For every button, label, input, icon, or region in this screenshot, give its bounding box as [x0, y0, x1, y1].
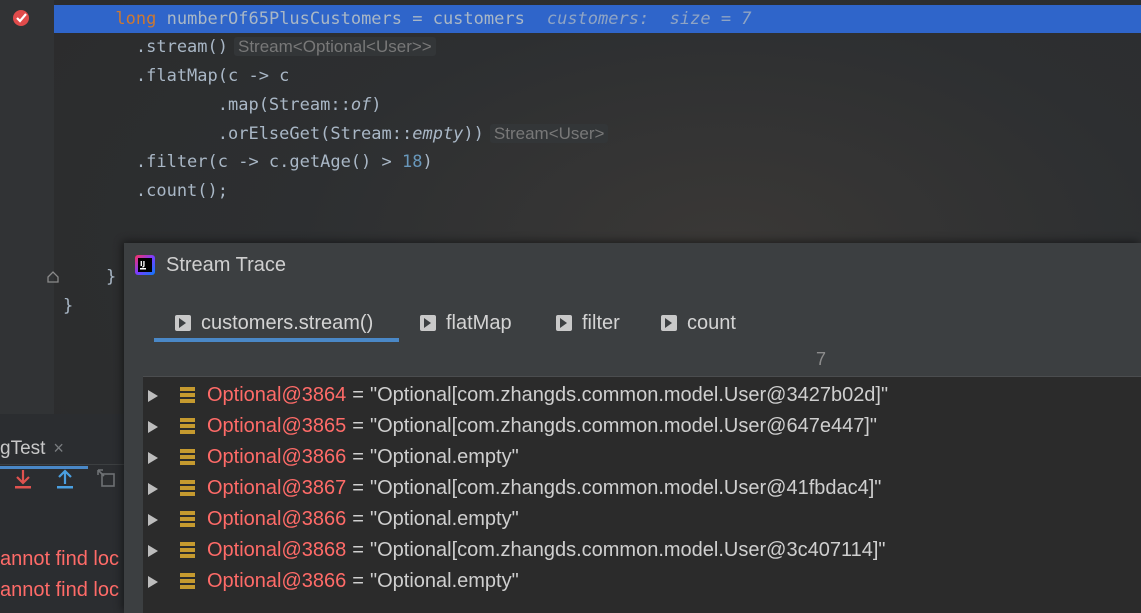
run-tab-bar: gTest × [0, 422, 124, 469]
code-text: .map(Stream:: [54, 95, 351, 115]
tree-row[interactable]: Optional@3865 = "Optional[com.zhangds.comm… [143, 411, 1141, 442]
expand-arrow-icon[interactable] [148, 451, 158, 464]
stream-trace-dialog: IJ Stream Trace customers.stream() flatM… [124, 243, 1141, 613]
expand-arrow-icon[interactable] [148, 575, 158, 588]
restore-layout-icon[interactable] [94, 464, 120, 494]
code-text: .stream() [54, 37, 228, 57]
object-ref: Optional@3866 [207, 446, 347, 468]
number-literal: 18 [402, 152, 423, 172]
trace-values-tree[interactable]: Optional@3864 = "Optional[com.zhangds.comm… [143, 376, 1141, 613]
tab-customers-stream[interactable]: customers.stream() [175, 305, 373, 341]
field-icon [180, 449, 195, 466]
tree-row[interactable]: Optional@3867 = "Optional[com.zhangds.comm… [143, 473, 1141, 504]
type-hint: Stream<Optional<User>> [234, 37, 436, 56]
object-ref: Optional@3867 [207, 477, 347, 499]
object-ref: Optional@3866 [207, 570, 347, 592]
console-error-line: annot find loc [0, 548, 119, 570]
code-text: ) [422, 152, 433, 172]
object-value: "Optional[com.zhangds.common.model.User@… [369, 539, 886, 561]
tree-row[interactable]: Optional@3866 = "Optional.empty" [143, 566, 1141, 597]
object-value: "Optional.empty" [369, 446, 519, 468]
tree-row[interactable]: Optional@3866 = "Optional.empty" [143, 442, 1141, 473]
closing-brace: } [63, 296, 74, 316]
field-icon [180, 511, 195, 528]
keyword: long [115, 9, 157, 29]
run-tab[interactable]: gTest × [0, 438, 64, 460]
code-line-current[interactable]: long numberOf65PlusCustomers = customers… [54, 5, 1141, 33]
code-text: numberOf65PlusCustomers = customers [156, 9, 525, 29]
field-icon [180, 480, 195, 497]
console-arrow-icon [175, 315, 191, 331]
console-arrow-icon [556, 315, 572, 331]
tree-row[interactable]: Optional@3864 = "Optional[com.zhangds.comm… [143, 380, 1141, 411]
code-text: .orElseGet(Stream:: [54, 124, 413, 144]
object-ref: Optional@3864 [207, 384, 347, 406]
expand-arrow-icon[interactable] [148, 389, 158, 402]
closing-brace: } [106, 267, 117, 287]
code-text: ) [371, 95, 382, 115]
tab-count[interactable]: count [661, 305, 736, 341]
selected-tab-indicator [154, 338, 399, 342]
run-tab-label: gTest [0, 438, 46, 459]
code-text-italic: empty [412, 124, 464, 144]
code-text-italic: of [350, 95, 372, 115]
debug-inline-value: customers: size = 7 [546, 9, 752, 29]
code-line[interactable]: .flatMap(c -> c [54, 62, 1141, 90]
type-hint: Stream<User> [489, 124, 609, 143]
tab-label: filter [582, 311, 620, 334]
object-ref: Optional@3868 [207, 539, 347, 561]
code-line[interactable]: .count(); [54, 177, 1141, 205]
tab-label: flatMap [446, 311, 512, 334]
tree-row[interactable]: Optional@3868 = "Optional[com.zhangds.comm… [143, 535, 1141, 566]
code-text: .flatMap(c -> c [54, 66, 290, 86]
close-icon[interactable]: × [53, 438, 64, 458]
code-line[interactable]: .orElseGet(Stream::empty)) Stream<User> [54, 120, 1141, 148]
download-icon[interactable] [10, 464, 36, 494]
expand-arrow-icon[interactable] [148, 482, 158, 495]
svg-text:IJ: IJ [140, 260, 145, 268]
upload-icon[interactable] [52, 464, 78, 494]
intellij-app-icon: IJ [135, 255, 155, 275]
fold-icon[interactable] [46, 270, 60, 284]
run-tool-window: gTest × annot find loc annot find loc [0, 414, 124, 613]
object-value: "Optional[com.zhangds.common.model.User@… [369, 384, 889, 406]
expand-arrow-icon[interactable] [148, 420, 158, 433]
code-text: .count(); [54, 181, 228, 201]
element-count: 7 [816, 349, 827, 369]
dialog-title-bar[interactable]: IJ Stream Trace [124, 243, 1141, 287]
dialog-title: Stream Trace [166, 254, 287, 276]
code-text: )) [463, 124, 484, 144]
object-ref: Optional@3865 [207, 415, 347, 437]
object-value: "Optional[com.zhangds.common.model.User@… [369, 415, 877, 437]
expand-arrow-icon[interactable] [148, 544, 158, 557]
field-icon [180, 542, 195, 559]
console-error-line: annot find loc [0, 579, 119, 601]
object-value: "Optional.empty" [369, 508, 519, 530]
code-line[interactable]: .map(Stream::of) [54, 91, 1141, 119]
tree-row[interactable]: Optional@3866 = "Optional.empty" [143, 504, 1141, 535]
breakpoint-icon[interactable] [10, 6, 32, 28]
tab-filter[interactable]: filter [556, 305, 620, 341]
object-value: "Optional[com.zhangds.common.model.User@… [369, 477, 882, 499]
tab-flatmap[interactable]: flatMap [420, 305, 512, 341]
expand-arrow-icon[interactable] [148, 513, 158, 526]
run-toolbar [0, 464, 124, 504]
code-line[interactable]: .filter(c -> c.getAge() > 18) [54, 148, 1141, 176]
tab-label: count [687, 311, 736, 334]
code-text: .filter(c -> c.getAge() > [54, 152, 402, 172]
console-arrow-icon [661, 315, 677, 331]
console-arrow-icon [420, 315, 436, 331]
field-icon [180, 573, 195, 590]
tab-label: customers.stream() [201, 311, 374, 334]
object-value: "Optional.empty" [369, 570, 519, 592]
object-ref: Optional@3866 [207, 508, 347, 530]
field-icon [180, 418, 195, 435]
field-icon [180, 387, 195, 404]
code-line[interactable]: .stream() Stream<Optional<User>> [54, 33, 1141, 61]
